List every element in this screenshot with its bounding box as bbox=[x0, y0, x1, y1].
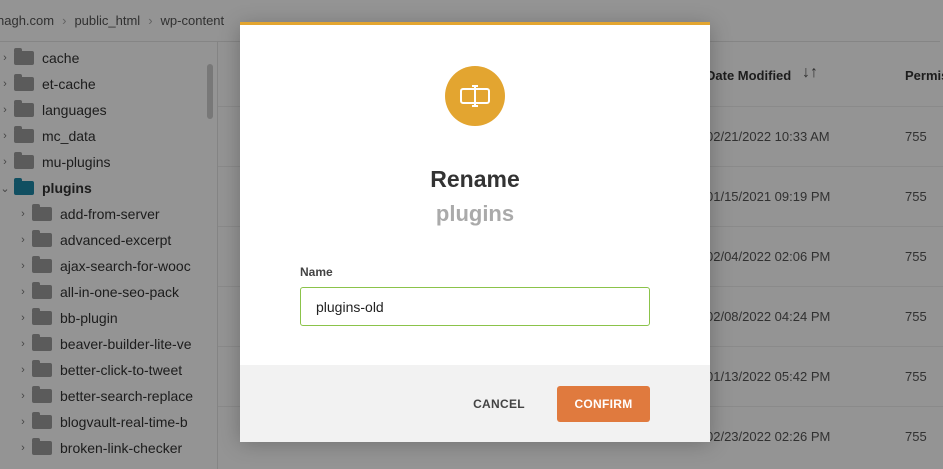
dialog-title: Rename bbox=[430, 166, 520, 192]
rename-dialog: Rename plugins Name CANCEL CONFIRM bbox=[240, 22, 710, 442]
cancel-button[interactable]: CANCEL bbox=[466, 386, 532, 422]
confirm-button[interactable]: CONFIRM bbox=[557, 386, 650, 422]
name-field-label: Name bbox=[300, 265, 333, 279]
rename-icon bbox=[445, 66, 505, 126]
name-input[interactable] bbox=[300, 287, 650, 326]
dialog-subtitle: plugins bbox=[435, 201, 515, 226]
dialog-footer: CANCEL CONFIRM bbox=[240, 365, 710, 442]
